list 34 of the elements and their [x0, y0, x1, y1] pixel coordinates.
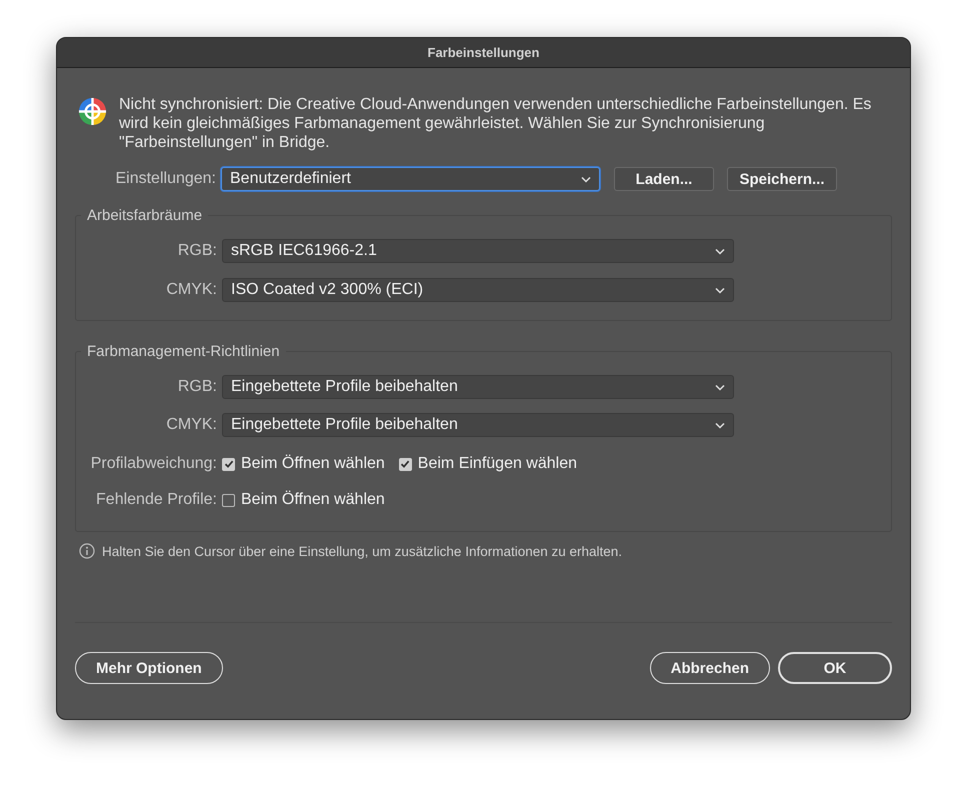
group-title: Arbeitsfarbräume	[86, 207, 204, 224]
group-title: Farbmanagement-Richtlinien	[86, 343, 281, 360]
field-label: CMYK:	[165, 416, 217, 434]
window-title: Farbeinstellungen	[428, 45, 540, 60]
action-button[interactable]: Laden...	[614, 167, 714, 191]
dropdown[interactable]: ISO Coated v2 300% (ECI)	[222, 278, 734, 302]
field-label: Fehlende Profile:	[95, 491, 217, 509]
dialog-button[interactable]: Mehr Optionen	[75, 652, 223, 684]
checkbox[interactable]: Beim Einfügen wählen	[398, 455, 578, 473]
dropdown[interactable]: Benutzerdefiniert	[221, 167, 600, 191]
action-button[interactable]: Speichern...	[727, 167, 837, 191]
chevron-icon	[715, 248, 725, 254]
field-label: CMYK:	[165, 281, 217, 299]
chevron-icon	[715, 286, 725, 294]
info-hint: Halten Sie den Cursor über eine Einstellung, um zusätzliche Informationen zu erhalten.	[102, 544, 622, 558]
chevron-icon	[715, 384, 725, 390]
info-icon	[79, 543, 95, 559]
dialog-button[interactable]: Abbrechen	[650, 652, 770, 684]
color-wheel-icon	[78, 97, 107, 126]
field-label: RGB:	[176, 378, 217, 396]
dropdown[interactable]: sRGB IEC61966-2.1	[222, 239, 734, 263]
field-label: RGB:	[176, 242, 217, 260]
check-icon	[224, 459, 234, 469]
field-label: Einstellungen:	[114, 170, 216, 188]
sync-warning: Nicht synchronisiert: Die Creative Cloud-Anwendungen verwenden unterschiedliche Farbeinstellungen. Es wird kein gleichmäßiges Farbmanagement gewährleistet. Wählen Sie zur Synchronisierung "Farbeinstellungen" in Bridge.	[119, 95, 872, 152]
check-icon	[400, 459, 410, 469]
checkbox[interactable]: Beim Öffnen wählen	[222, 455, 385, 473]
chevron-icon	[715, 422, 725, 428]
checkbox[interactable]: Beim Öffnen wählen	[222, 491, 385, 509]
dropdown[interactable]: Eingebettete Profile beibehalten	[222, 413, 734, 437]
dialog-button[interactable]: OK	[778, 652, 892, 684]
field-label: Profilabweichung:	[90, 455, 217, 473]
dropdown[interactable]: Eingebettete Profile beibehalten	[222, 375, 734, 399]
chevron-icon	[581, 176, 591, 182]
